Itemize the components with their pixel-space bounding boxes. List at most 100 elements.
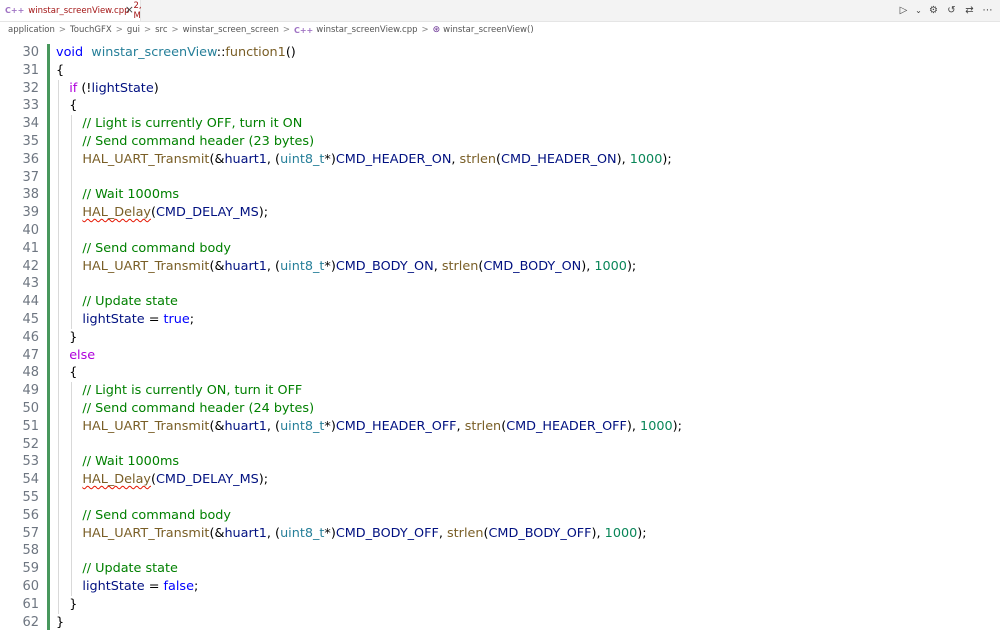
code-token: // Update state bbox=[82, 561, 178, 577]
code-line[interactable]: 46} bbox=[0, 328, 1000, 347]
code-line[interactable]: 51 HAL_UART_Transmit(&huart1, (uint8_t*)C… bbox=[0, 417, 1000, 436]
code-token: winstar_screenView bbox=[91, 45, 217, 60]
indent-guide bbox=[71, 150, 73, 169]
code-text: lightState = true; bbox=[82, 311, 194, 329]
code-line[interactable]: 30 void winstar_screenView::function1() bbox=[0, 44, 1000, 62]
settings-icon[interactable]: ⚙ bbox=[927, 5, 940, 16]
code-line[interactable]: 34 // Light is currently OFF, turn it ON bbox=[0, 115, 1000, 133]
line-number: 58 bbox=[22, 543, 39, 559]
code-line[interactable]: 41 // Send command body bbox=[0, 239, 1000, 258]
code-line[interactable]: 47 else bbox=[0, 346, 1000, 365]
breadcrumb-item[interactable]: application bbox=[8, 25, 55, 35]
code-line[interactable]: 58 bbox=[0, 542, 1000, 561]
code-token: strlen bbox=[459, 151, 497, 167]
code-line[interactable]: 53 // Wait 1000ms bbox=[0, 453, 1000, 472]
code-line[interactable]: 32 if (!lightState) bbox=[0, 79, 1000, 98]
indent-guide bbox=[71, 524, 73, 543]
line-number: 42 bbox=[22, 258, 39, 274]
indent-guide bbox=[71, 400, 73, 418]
code-line[interactable]: 35 // Send command header (23 bytes) bbox=[0, 133, 1000, 151]
code-line[interactable]: 55 bbox=[0, 489, 1000, 507]
line-number: 30 bbox=[22, 45, 39, 60]
code-text: void winstar_screenView::function1() bbox=[56, 44, 296, 62]
code-token: function1 bbox=[225, 45, 286, 60]
code-line[interactable]: 52 bbox=[0, 435, 1000, 454]
breadcrumb-item[interactable]: winstar_screen_screen bbox=[183, 25, 279, 35]
line-number: 39 bbox=[22, 205, 39, 221]
code-line[interactable]: 54 HAL_Delay(CMD_DELAY_MS); bbox=[0, 471, 1000, 489]
code-token: uint8_t bbox=[280, 525, 325, 541]
code-token: lightState bbox=[82, 312, 145, 327]
code-line[interactable]: 60 lightState = false; bbox=[0, 578, 1000, 596]
code-line[interactable]: 42 HAL_UART_Transmit(&huart1, (uint8_t*)C… bbox=[0, 257, 1000, 276]
tab-winstar-screenview[interactable]: C++ winstar_screenView.cpp 2, M × bbox=[0, 0, 142, 21]
code-token: 1000 bbox=[629, 151, 663, 167]
code-line[interactable]: 57 HAL_UART_Transmit(&huart1, (uint8_t*)C… bbox=[0, 524, 1000, 543]
more-icon[interactable]: ⋯ bbox=[981, 5, 994, 16]
code-token: ), bbox=[591, 525, 605, 541]
breadcrumb-item[interactable]: TouchGFX bbox=[70, 25, 112, 35]
indent-guide bbox=[58, 578, 59, 596]
line-number: 54 bbox=[22, 472, 39, 488]
code-token: HAL_Delay bbox=[82, 472, 151, 488]
run-icon[interactable]: ▷ bbox=[897, 5, 910, 16]
code-line[interactable]: 62} bbox=[0, 614, 1000, 632]
line-number: 51 bbox=[22, 418, 39, 434]
code-token: 1000 bbox=[640, 418, 673, 434]
compare-icon[interactable]: ⇄ bbox=[963, 5, 976, 16]
line-number: 44 bbox=[22, 294, 39, 310]
indent-guide bbox=[58, 328, 59, 347]
code-line[interactable]: 48 { bbox=[0, 364, 1000, 383]
code-line[interactable]: 33 { bbox=[0, 97, 1000, 116]
close-icon[interactable]: × bbox=[125, 3, 134, 16]
indent-guide bbox=[71, 133, 73, 151]
code-text: // Update state bbox=[82, 560, 178, 578]
indent-guide bbox=[71, 453, 73, 472]
code-token: { bbox=[69, 365, 78, 381]
code-token: void bbox=[56, 45, 84, 60]
code-token: // Update state bbox=[82, 294, 178, 310]
code-text: } bbox=[69, 329, 77, 347]
code-token: } bbox=[69, 329, 78, 345]
code-text: HAL_UART_Transmit(&huart1, (uint8_t*)CMD… bbox=[82, 525, 646, 543]
line-number: 61 bbox=[22, 596, 39, 612]
line-number: 40 bbox=[22, 223, 39, 238]
code-editor[interactable]: 30 void winstar_screenView::function1() 31… bbox=[0, 38, 1000, 633]
chevron-down-icon[interactable]: ⌄ bbox=[915, 6, 922, 15]
breadcrumb-item[interactable]: winstar_screenView() bbox=[443, 25, 533, 35]
code-token: // Wait 1000ms bbox=[82, 187, 180, 203]
code-line[interactable]: 38 // Wait 1000ms bbox=[0, 186, 1000, 205]
code-text: // Light is currently OFF, turn it ON bbox=[82, 115, 302, 133]
code-token: false bbox=[163, 579, 194, 594]
breadcrumb-item[interactable]: src bbox=[155, 25, 167, 35]
code-text: // Wait 1000ms bbox=[82, 453, 179, 471]
code-line[interactable]: 31 { bbox=[0, 62, 1000, 80]
code-line[interactable]: 50 // Send command header (24 bytes) bbox=[0, 400, 1000, 418]
code-line[interactable]: 40 bbox=[0, 222, 1000, 240]
indent-guide bbox=[71, 578, 73, 596]
code-line[interactable]: 37 bbox=[0, 168, 1000, 187]
breadcrumb-item[interactable]: gui bbox=[127, 25, 140, 35]
code-line[interactable]: 39 HAL_Delay(CMD_DELAY_MS); bbox=[0, 204, 1000, 222]
line-number: 56 bbox=[22, 507, 39, 523]
history-icon[interactable]: ↺ bbox=[945, 5, 958, 16]
code-token: (& bbox=[209, 151, 225, 167]
code-token: // Send command header (24 bytes) bbox=[82, 401, 315, 416]
breadcrumb-item[interactable]: winstar_screenView.cpp bbox=[316, 25, 417, 35]
code-line[interactable]: 59 // Update state bbox=[0, 560, 1000, 578]
code-line[interactable]: 61} bbox=[0, 595, 1000, 614]
code-line[interactable]: 45 lightState = true; bbox=[0, 311, 1000, 329]
code-line[interactable]: 49 // Light is currently ON, turn it OFF bbox=[0, 382, 1000, 400]
code-line[interactable]: 36 HAL_UART_Transmit(&huart1, (uint8_t*)C… bbox=[0, 150, 1000, 169]
code-token: ), bbox=[581, 258, 595, 274]
breadcrumb-separator: > bbox=[144, 25, 152, 35]
code-token: ), bbox=[626, 418, 641, 434]
line-number: 35 bbox=[22, 134, 39, 149]
line-number: 60 bbox=[22, 579, 39, 594]
code-text: { bbox=[69, 97, 77, 115]
code-line[interactable]: 43 bbox=[0, 275, 1000, 294]
code-text: { bbox=[56, 62, 64, 80]
code-line[interactable]: 44 // Update state bbox=[0, 293, 1000, 311]
code-line[interactable]: 56 // Send command body bbox=[0, 506, 1000, 525]
